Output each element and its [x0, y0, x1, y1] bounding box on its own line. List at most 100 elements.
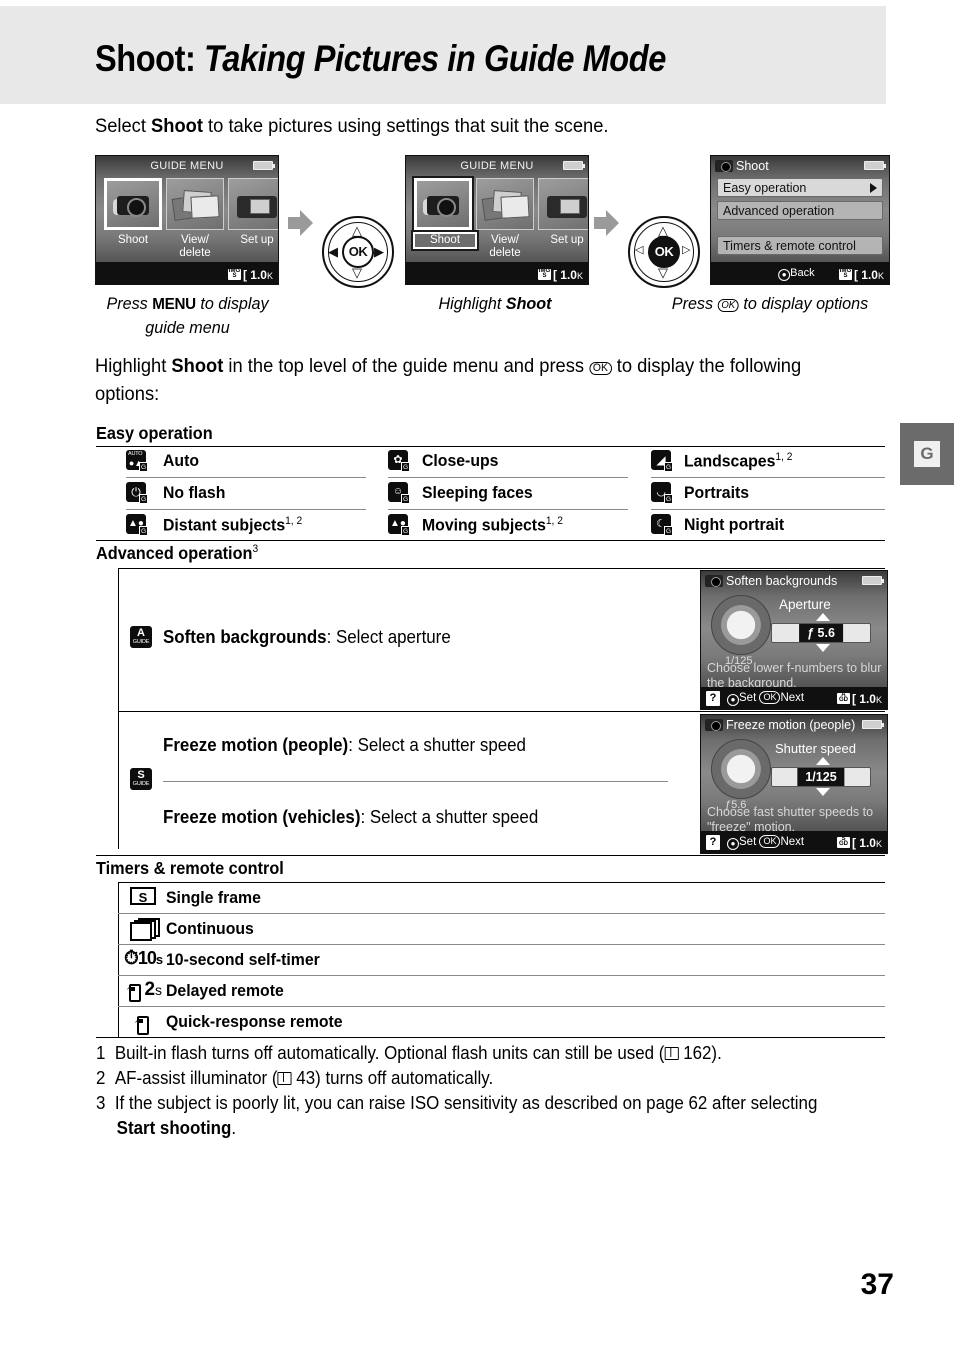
- screen3-shots-remaining: IMG S[ 1.0K: [838, 268, 884, 282]
- fn2-ref: 43: [296, 1068, 316, 1088]
- sb-value-box[interactable]: ƒ 5.6: [771, 623, 871, 643]
- tile-set-up-2[interactable]: [538, 178, 588, 230]
- menu-row-easy-operation[interactable]: Easy operation: [717, 178, 883, 197]
- hp-bold: Shoot: [171, 355, 224, 377]
- easy-option-night-portrait[interactable]: Night portrait: [684, 515, 784, 535]
- easy-op-rule-c1: [651, 477, 885, 478]
- ok-button-glyph-para: OK: [589, 362, 612, 375]
- caption-step-1: Press MENU to display guide menu: [81, 292, 295, 339]
- screen3-back-hint: ● Back: [778, 267, 815, 281]
- timer-option-single-frame[interactable]: Single frame: [166, 888, 261, 908]
- page-title-italic: Taking Pictures in Guide Mode: [204, 38, 666, 79]
- caption1-suffix: to display: [195, 294, 269, 313]
- adv-option-freeze-motion-vehicles[interactable]: Freeze motion (vehicles): Select a shutt…: [163, 807, 538, 828]
- caption1-line2: guide menu: [145, 318, 230, 337]
- menu-row-timers-remote[interactable]: Timers & remote control: [717, 236, 883, 255]
- menu-row-advanced-operation[interactable]: Advanced operation: [717, 201, 883, 220]
- distant-subjects-icon: ▲● G: [126, 514, 148, 536]
- screen1-shots-remaining: IMG S[ 1.0K: [227, 268, 273, 282]
- easy-option-landscapes[interactable]: Landscapes1, 2: [684, 451, 792, 472]
- camera-mode-icon: [715, 160, 733, 172]
- aperture-dial-icon: [711, 595, 771, 655]
- sb-shots-remaining: A GD[ 1.0K: [836, 692, 882, 706]
- timers-rule-3: [118, 975, 885, 976]
- sb-param-label: Aperture: [779, 597, 831, 612]
- down-arrow-icon: ▽: [352, 265, 362, 280]
- timers-rule-1: [118, 913, 885, 914]
- fm-value: 1/125: [797, 768, 845, 786]
- side-tab-label: G: [914, 441, 940, 467]
- increase-arrow-icon[interactable]: [816, 613, 830, 621]
- easy-op-rule-a1: [126, 477, 366, 478]
- multi-selector-2[interactable]: OK △ ▽ ◁ ▷: [628, 216, 700, 288]
- timers-rule-2: [118, 944, 885, 945]
- decrease-arrow-icon[interactable]: [816, 644, 830, 652]
- book-icon-1: [664, 1047, 679, 1060]
- tile-shoot[interactable]: [104, 178, 162, 230]
- close-up-icon: ✿ G: [388, 450, 410, 472]
- tile-view-delete[interactable]: [166, 178, 224, 230]
- right-arrow-icon: ▶: [374, 244, 384, 259]
- easy-option-close-ups[interactable]: Close-ups: [422, 451, 498, 471]
- easy-option-no-flash[interactable]: No flash: [163, 483, 225, 503]
- easy-op-rule-c2: [651, 509, 885, 510]
- fm-set-next-hints: ● Set OK Next: [727, 835, 804, 850]
- page-title: Shoot: Taking Pictures in Guide Mode: [95, 38, 666, 80]
- timer-option-10s-self-timer[interactable]: 10-second self-timer: [166, 950, 320, 970]
- easy-option-moving-subjects[interactable]: Moving subjects1, 2: [422, 515, 563, 536]
- portrait-icon: ◡ G: [651, 482, 673, 504]
- chevron-right-icon: [870, 183, 877, 193]
- easy-option-sleeping-faces[interactable]: Sleeping faces: [422, 483, 533, 503]
- caption3-prefix: Press: [671, 294, 718, 313]
- timer-option-continuous[interactable]: Continuous: [166, 919, 254, 939]
- intro-paragraph: Select Shoot to take pictures using sett…: [95, 112, 866, 140]
- easy-option-portraits[interactable]: Portraits: [684, 483, 749, 503]
- single-frame-icon: S: [130, 887, 156, 905]
- camera-mode-icon-sb: [705, 575, 723, 587]
- battery-icon-fm: [862, 720, 884, 729]
- help-icon-fm[interactable]: ?: [706, 835, 720, 850]
- ok-button-1[interactable]: OK: [342, 236, 374, 268]
- caption1-key: MENU: [152, 296, 196, 313]
- fn3-a: If the subject is poorly lit, you can ra…: [114, 1093, 818, 1113]
- adv-op-left-rule: [118, 568, 120, 849]
- footnote-2: 2 AF-assist illuminator ( 43) turns off …: [96, 1066, 857, 1091]
- night-portrait-icon: ☾ G: [651, 514, 673, 536]
- tile-set-up[interactable]: [228, 178, 278, 230]
- ok-button-2[interactable]: OK: [648, 236, 680, 268]
- easy-option-auto[interactable]: Auto: [163, 451, 199, 471]
- multi-selector-1[interactable]: OK △ ▽ ◀ ▶: [322, 216, 394, 288]
- timers-rule-4: [118, 1006, 885, 1007]
- tile-shoot-2[interactable]: [412, 176, 474, 232]
- timers-left-rule: [118, 882, 120, 1037]
- ok-glyph-sb: OK: [759, 691, 781, 704]
- guide-shutter-mode-icon: S GUIDE: [130, 768, 152, 790]
- decrease-arrow-icon-fm[interactable]: [816, 788, 830, 796]
- advanced-operation-heading: Advanced operation3: [96, 543, 259, 563]
- guide-mode-side-tab: G: [900, 423, 954, 485]
- easy-op-rule-b2: [388, 509, 628, 510]
- timers-top-rule: [118, 882, 885, 884]
- fm-param-label: Shutter speed: [775, 741, 856, 756]
- timer-option-quick-response-remote[interactable]: Quick-response remote: [166, 1012, 343, 1032]
- increase-arrow-icon-fm[interactable]: [816, 757, 830, 765]
- tile-view-delete-2[interactable]: [476, 178, 534, 230]
- menu-label-easy-operation: Easy operation: [723, 181, 807, 195]
- tile-label-set-up: Set up: [240, 234, 274, 246]
- footnote-3: 3 If the subject is poorly lit, you can …: [96, 1091, 886, 1141]
- help-icon[interactable]: ?: [706, 691, 720, 706]
- self-timer-icon: ⏱10s: [124, 948, 163, 969]
- ok-button-glyph-caption: OK: [717, 299, 739, 312]
- adv-option-freeze-motion-people[interactable]: Freeze motion (people): Select a shutter…: [163, 735, 526, 756]
- easy-option-distant-subjects[interactable]: Distant subjects1, 2: [163, 515, 302, 536]
- easy-op-rule-b1: [388, 477, 628, 478]
- continuous-icon: [130, 918, 160, 941]
- image-quality-icon-2: IMG S: [537, 269, 551, 280]
- fn1-a: Built-in flash turns off automatically. …: [114, 1043, 665, 1063]
- timer-option-delayed-remote[interactable]: Delayed remote: [166, 981, 284, 1001]
- menu-label-advanced-operation: Advanced operation: [723, 204, 835, 218]
- up-arrow-icon-2: △: [658, 223, 668, 238]
- adv-option-soften-backgrounds[interactable]: Soften backgrounds: Select aperture: [163, 627, 451, 648]
- tile-label-set-up-2: Set up: [550, 234, 584, 246]
- fm-value-box[interactable]: 1/125: [771, 767, 871, 787]
